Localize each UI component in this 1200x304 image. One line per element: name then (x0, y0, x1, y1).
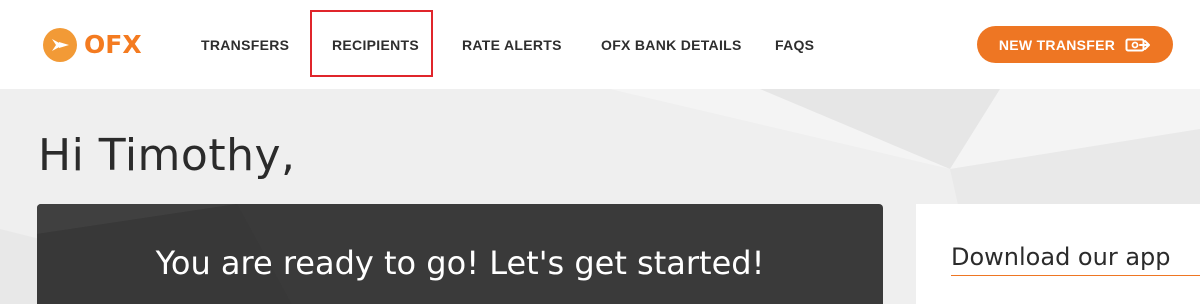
get-started-title: You are ready to go! Let's get started! (155, 244, 765, 282)
nav-rate-alerts[interactable]: RATE ALERTS (462, 37, 562, 53)
new-transfer-button[interactable]: NEW TRANSFER (977, 26, 1173, 63)
money-transfer-icon (1125, 38, 1151, 51)
nav-faqs[interactable]: FAQS (775, 37, 814, 53)
get-started-card: You are ready to go! Let's get started! (37, 204, 883, 304)
divider (951, 275, 1200, 276)
top-navigation-bar: OFX TRANSFERS RECIPIENTS RATE ALERTS OFX… (0, 0, 1200, 89)
greeting-heading: Hi Timothy, (38, 130, 296, 181)
download-app-card: Download our app (916, 204, 1200, 304)
page: OFX TRANSFERS RECIPIENTS RATE ALERTS OFX… (0, 0, 1200, 304)
download-app-title: Download our app (951, 243, 1171, 271)
ofx-logo[interactable]: OFX (42, 27, 142, 63)
new-transfer-label: NEW TRANSFER (998, 36, 1116, 53)
nav-ofx-bank-details[interactable]: OFX BANK DETAILS (601, 37, 742, 53)
nav-recipients[interactable]: RECIPIENTS (332, 37, 419, 53)
nav-transfers[interactable]: TRANSFERS (201, 37, 289, 53)
logo-wordmark: OFX (84, 30, 142, 59)
ofx-logo-icon (43, 28, 77, 62)
